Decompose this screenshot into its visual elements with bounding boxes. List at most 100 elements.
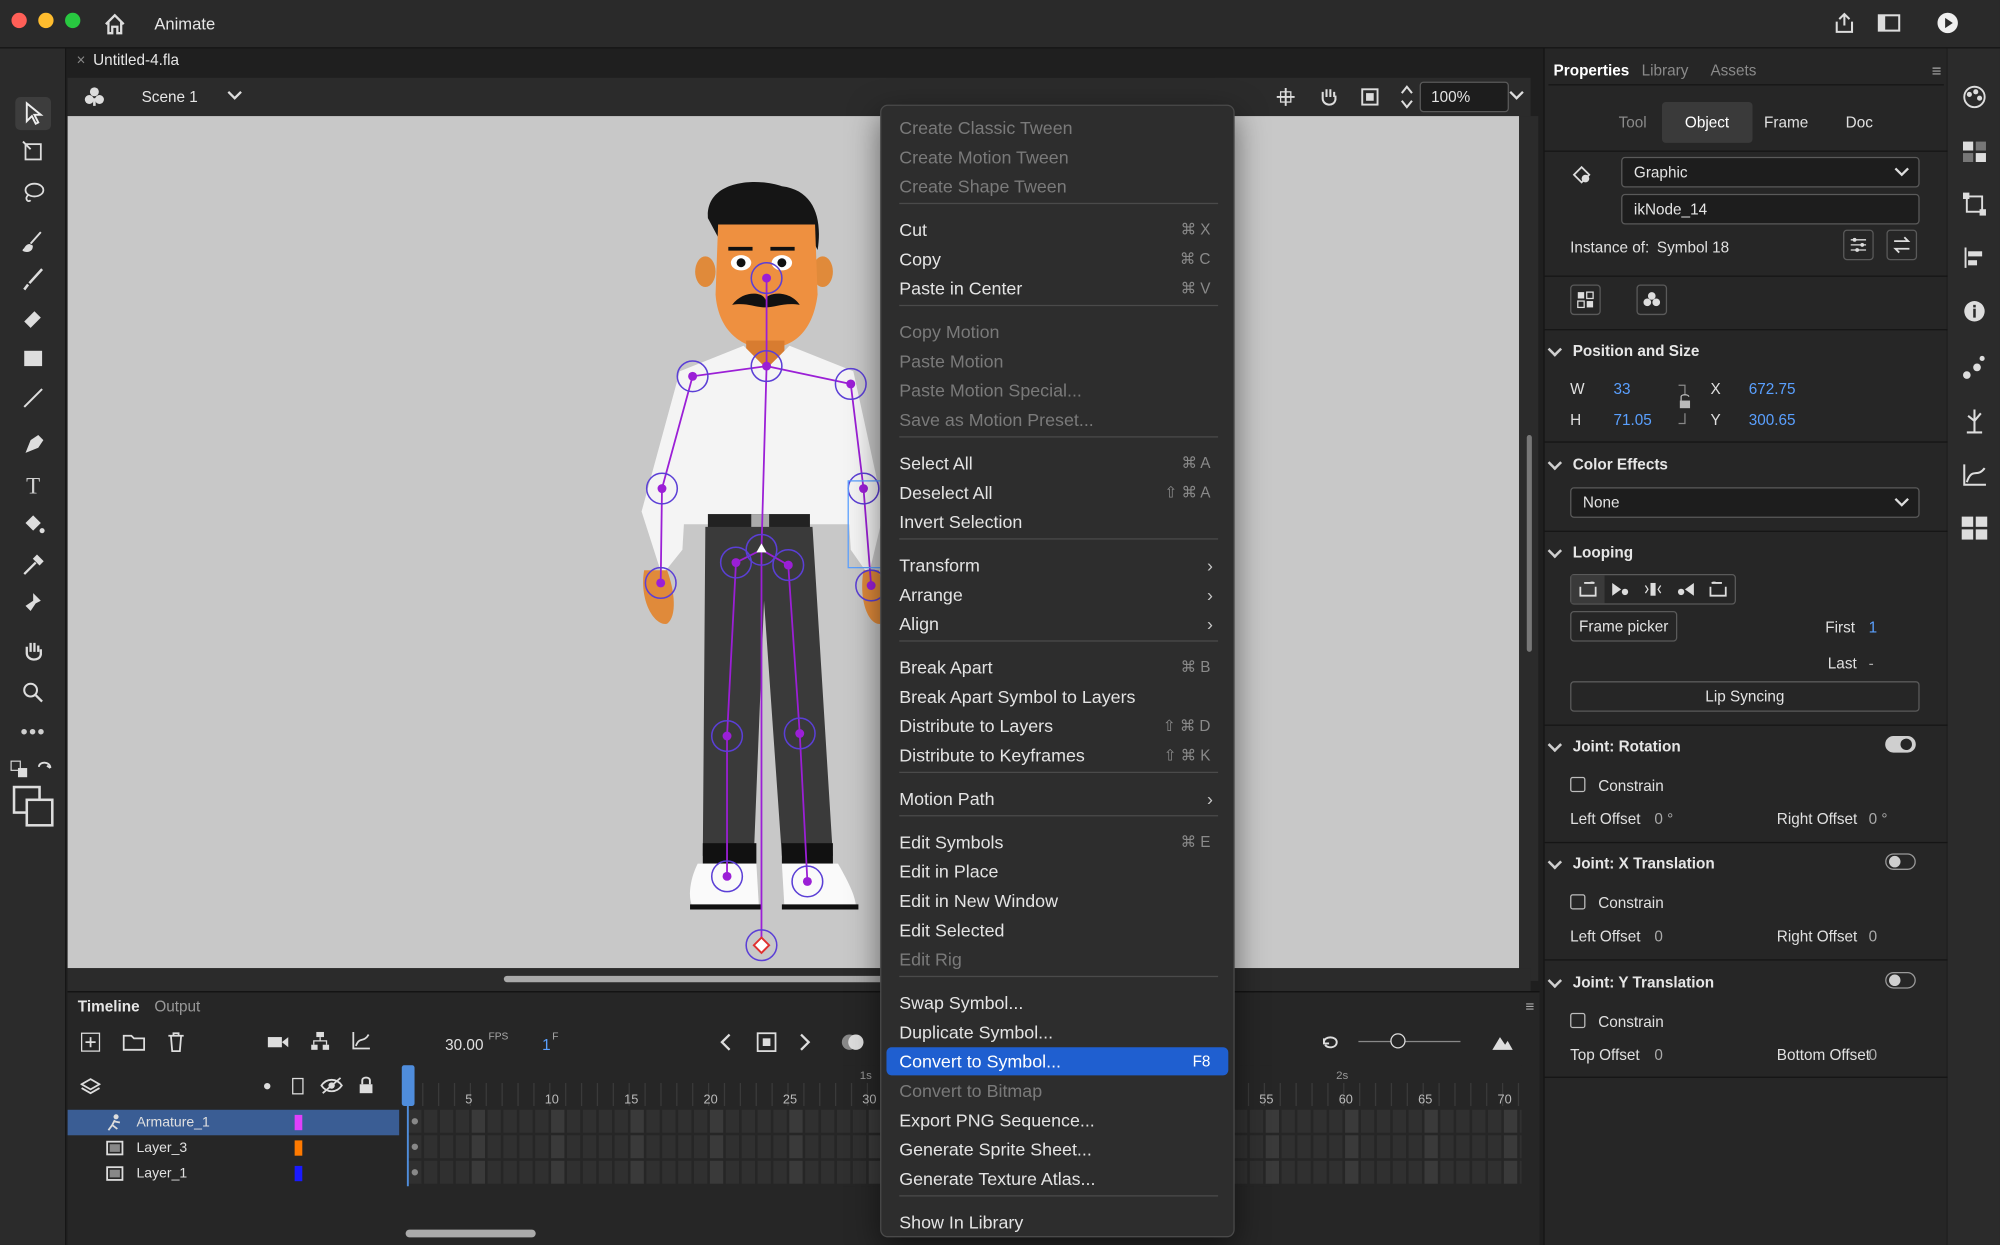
layer-name[interactable]: Armature_1 xyxy=(136,1115,209,1130)
swap-symbol-button[interactable] xyxy=(1886,229,1918,261)
menu-item-distribute-to-layers[interactable]: Distribute to Layers ⇧ ⌘ D xyxy=(886,712,1228,740)
link-dimensions-icon[interactable] xyxy=(1676,383,1694,426)
stage[interactable] xyxy=(67,116,1520,969)
paint-brush-tool-icon[interactable] xyxy=(15,225,51,258)
layer-color-swatch[interactable] xyxy=(294,1114,303,1131)
instance-settings-button[interactable] xyxy=(1843,229,1874,261)
playhead[interactable] xyxy=(401,1065,415,1106)
joint-x-toggle[interactable] xyxy=(1885,853,1916,870)
timeline-scrollbar[interactable] xyxy=(405,1229,536,1238)
color-effects-header[interactable]: Color Effects xyxy=(1573,455,1668,473)
joint-x-header[interactable]: Joint: X Translation xyxy=(1573,855,1715,873)
menu-item-arrange[interactable]: Arrange › xyxy=(886,580,1228,608)
left-offset-value[interactable]: 0 xyxy=(1654,927,1663,945)
free-transform-tool-icon[interactable] xyxy=(15,135,51,168)
menu-item-motion-path[interactable]: Motion Path › xyxy=(886,784,1228,812)
zoom-window-button[interactable] xyxy=(65,12,81,29)
menu-item-edit-in-place[interactable]: Edit in Place xyxy=(886,857,1228,885)
chevron-down-icon[interactable] xyxy=(1894,166,1909,179)
symbol-library-button[interactable] xyxy=(1636,284,1668,316)
next-frame-icon[interactable] xyxy=(797,1032,812,1052)
color-effect-select[interactable]: None xyxy=(1570,487,1920,518)
home-icon[interactable] xyxy=(103,13,126,36)
graph-icon[interactable] xyxy=(351,1031,371,1051)
menu-item-edit-selected[interactable]: Edit Selected xyxy=(886,916,1228,944)
minimize-window-button[interactable] xyxy=(38,12,54,29)
subtab-frame[interactable]: Frame xyxy=(1764,114,1808,132)
menu-item-copy[interactable]: Copy ⌘ C xyxy=(886,245,1228,273)
hand-pan-icon[interactable] xyxy=(1316,85,1339,108)
layer-name[interactable]: Layer_1 xyxy=(136,1166,187,1181)
tab-timeline[interactable]: Timeline xyxy=(78,998,140,1016)
first-frame-value[interactable]: 1 xyxy=(1869,619,1878,637)
zoom-input[interactable]: 100% xyxy=(1419,81,1509,113)
subtab-doc[interactable]: Doc xyxy=(1846,114,1873,132)
constrain-y-checkbox[interactable] xyxy=(1570,1012,1586,1029)
menu-item-align[interactable]: Align › xyxy=(886,610,1228,638)
more-tools-icon[interactable]: ••• xyxy=(15,717,51,750)
close-window-button[interactable] xyxy=(11,12,27,29)
new-folder-icon[interactable] xyxy=(122,1032,146,1052)
zoom-stepper-icon[interactable] xyxy=(1399,83,1414,111)
top-offset-value[interactable]: 0 xyxy=(1654,1046,1663,1064)
play-once-icon[interactable] xyxy=(1604,575,1637,603)
align-panel-icon[interactable] xyxy=(1963,246,1986,269)
menu-item-paste-in-center[interactable]: Paste in Center ⌘ V xyxy=(886,274,1228,302)
menu-item-select-all[interactable]: Select All ⌘ A xyxy=(886,449,1228,477)
character-artwork[interactable] xyxy=(68,116,1520,968)
pen-tool-icon[interactable] xyxy=(15,429,51,462)
mountain-icon[interactable] xyxy=(1491,1033,1514,1051)
selection-tool-icon[interactable] xyxy=(15,96,52,131)
horizontal-scrollbar[interactable] xyxy=(67,968,1531,992)
keyframe-marker[interactable] xyxy=(411,1118,419,1125)
tab-output[interactable]: Output xyxy=(154,998,200,1016)
x-value[interactable]: 672.75 xyxy=(1749,380,1796,398)
new-layer-icon[interactable] xyxy=(80,1032,101,1052)
hand-tool-icon[interactable] xyxy=(15,635,51,668)
edit-symbol-button[interactable] xyxy=(1570,284,1601,316)
menu-item-convert-to-symbol[interactable]: Convert to Symbol... F8 xyxy=(886,1047,1229,1076)
reset-colors-icon[interactable] xyxy=(33,753,56,786)
menu-item-generate-sprite-sheet[interactable]: Generate Sprite Sheet... xyxy=(886,1135,1228,1163)
layer-row[interactable]: Layer_3 xyxy=(68,1135,400,1161)
zoom-dropdown-icon[interactable] xyxy=(1509,89,1524,102)
frame-picker-button[interactable]: Frame picker xyxy=(1570,611,1678,642)
width-value[interactable]: 33 xyxy=(1614,380,1631,398)
tab-properties[interactable]: Properties xyxy=(1554,61,1630,79)
left-offset-value[interactable]: 0 ° xyxy=(1654,810,1673,828)
right-offset-value[interactable]: 0 xyxy=(1869,927,1878,945)
keyframe-marker[interactable] xyxy=(411,1169,419,1176)
visibility-toggle-icon[interactable] xyxy=(320,1077,343,1095)
brush-tool-icon[interactable] xyxy=(15,263,51,296)
y-value[interactable]: 300.65 xyxy=(1749,411,1796,429)
right-offset-value[interactable]: 0 ° xyxy=(1869,810,1888,828)
looping-header[interactable]: Looping xyxy=(1573,543,1633,561)
panel-menu-icon[interactable]: ≡ xyxy=(1932,61,1942,80)
menu-item-edit-in-new-window[interactable]: Edit in New Window xyxy=(886,887,1228,915)
position-size-header[interactable]: Position and Size xyxy=(1573,342,1700,360)
info-icon[interactable] xyxy=(1963,300,1986,323)
workspace-icon[interactable] xyxy=(1877,13,1901,33)
document-tab[interactable]: × Untitled-4.fla xyxy=(77,51,224,77)
code-snippets-icon[interactable] xyxy=(1960,515,1988,541)
text-tool-icon[interactable]: T xyxy=(15,469,51,502)
menu-item-break-apart-symbol-to-layers[interactable]: Break Apart Symbol to Layers xyxy=(886,682,1228,710)
height-value[interactable]: 71.05 xyxy=(1614,411,1652,429)
joint-rotation-header[interactable]: Joint: Rotation xyxy=(1573,737,1681,755)
scene-dropdown-icon[interactable] xyxy=(227,89,242,102)
rectangle-tool-icon[interactable] xyxy=(15,342,51,375)
camera-icon[interactable] xyxy=(267,1035,290,1050)
vertical-scrollbar[interactable] xyxy=(1519,116,1539,981)
last-frame-value[interactable]: - xyxy=(1869,654,1874,672)
lasso-tool-icon[interactable] xyxy=(15,176,51,209)
delete-layer-icon[interactable] xyxy=(167,1032,185,1052)
menu-item-cut[interactable]: Cut ⌘ X xyxy=(886,216,1228,244)
frame-size-slider[interactable] xyxy=(1358,1040,1461,1043)
transform-panel-icon[interactable] xyxy=(1962,191,1988,217)
layer-row[interactable]: Armature_1 xyxy=(67,1109,400,1136)
keyframe-marker[interactable] xyxy=(411,1143,419,1150)
instance-name-input[interactable]: ikNode_14 xyxy=(1621,193,1920,225)
constrain-rotation-checkbox[interactable] xyxy=(1570,776,1586,793)
paint-bucket-tool-icon[interactable] xyxy=(15,509,51,542)
subtab-object[interactable]: Object xyxy=(1685,114,1729,132)
